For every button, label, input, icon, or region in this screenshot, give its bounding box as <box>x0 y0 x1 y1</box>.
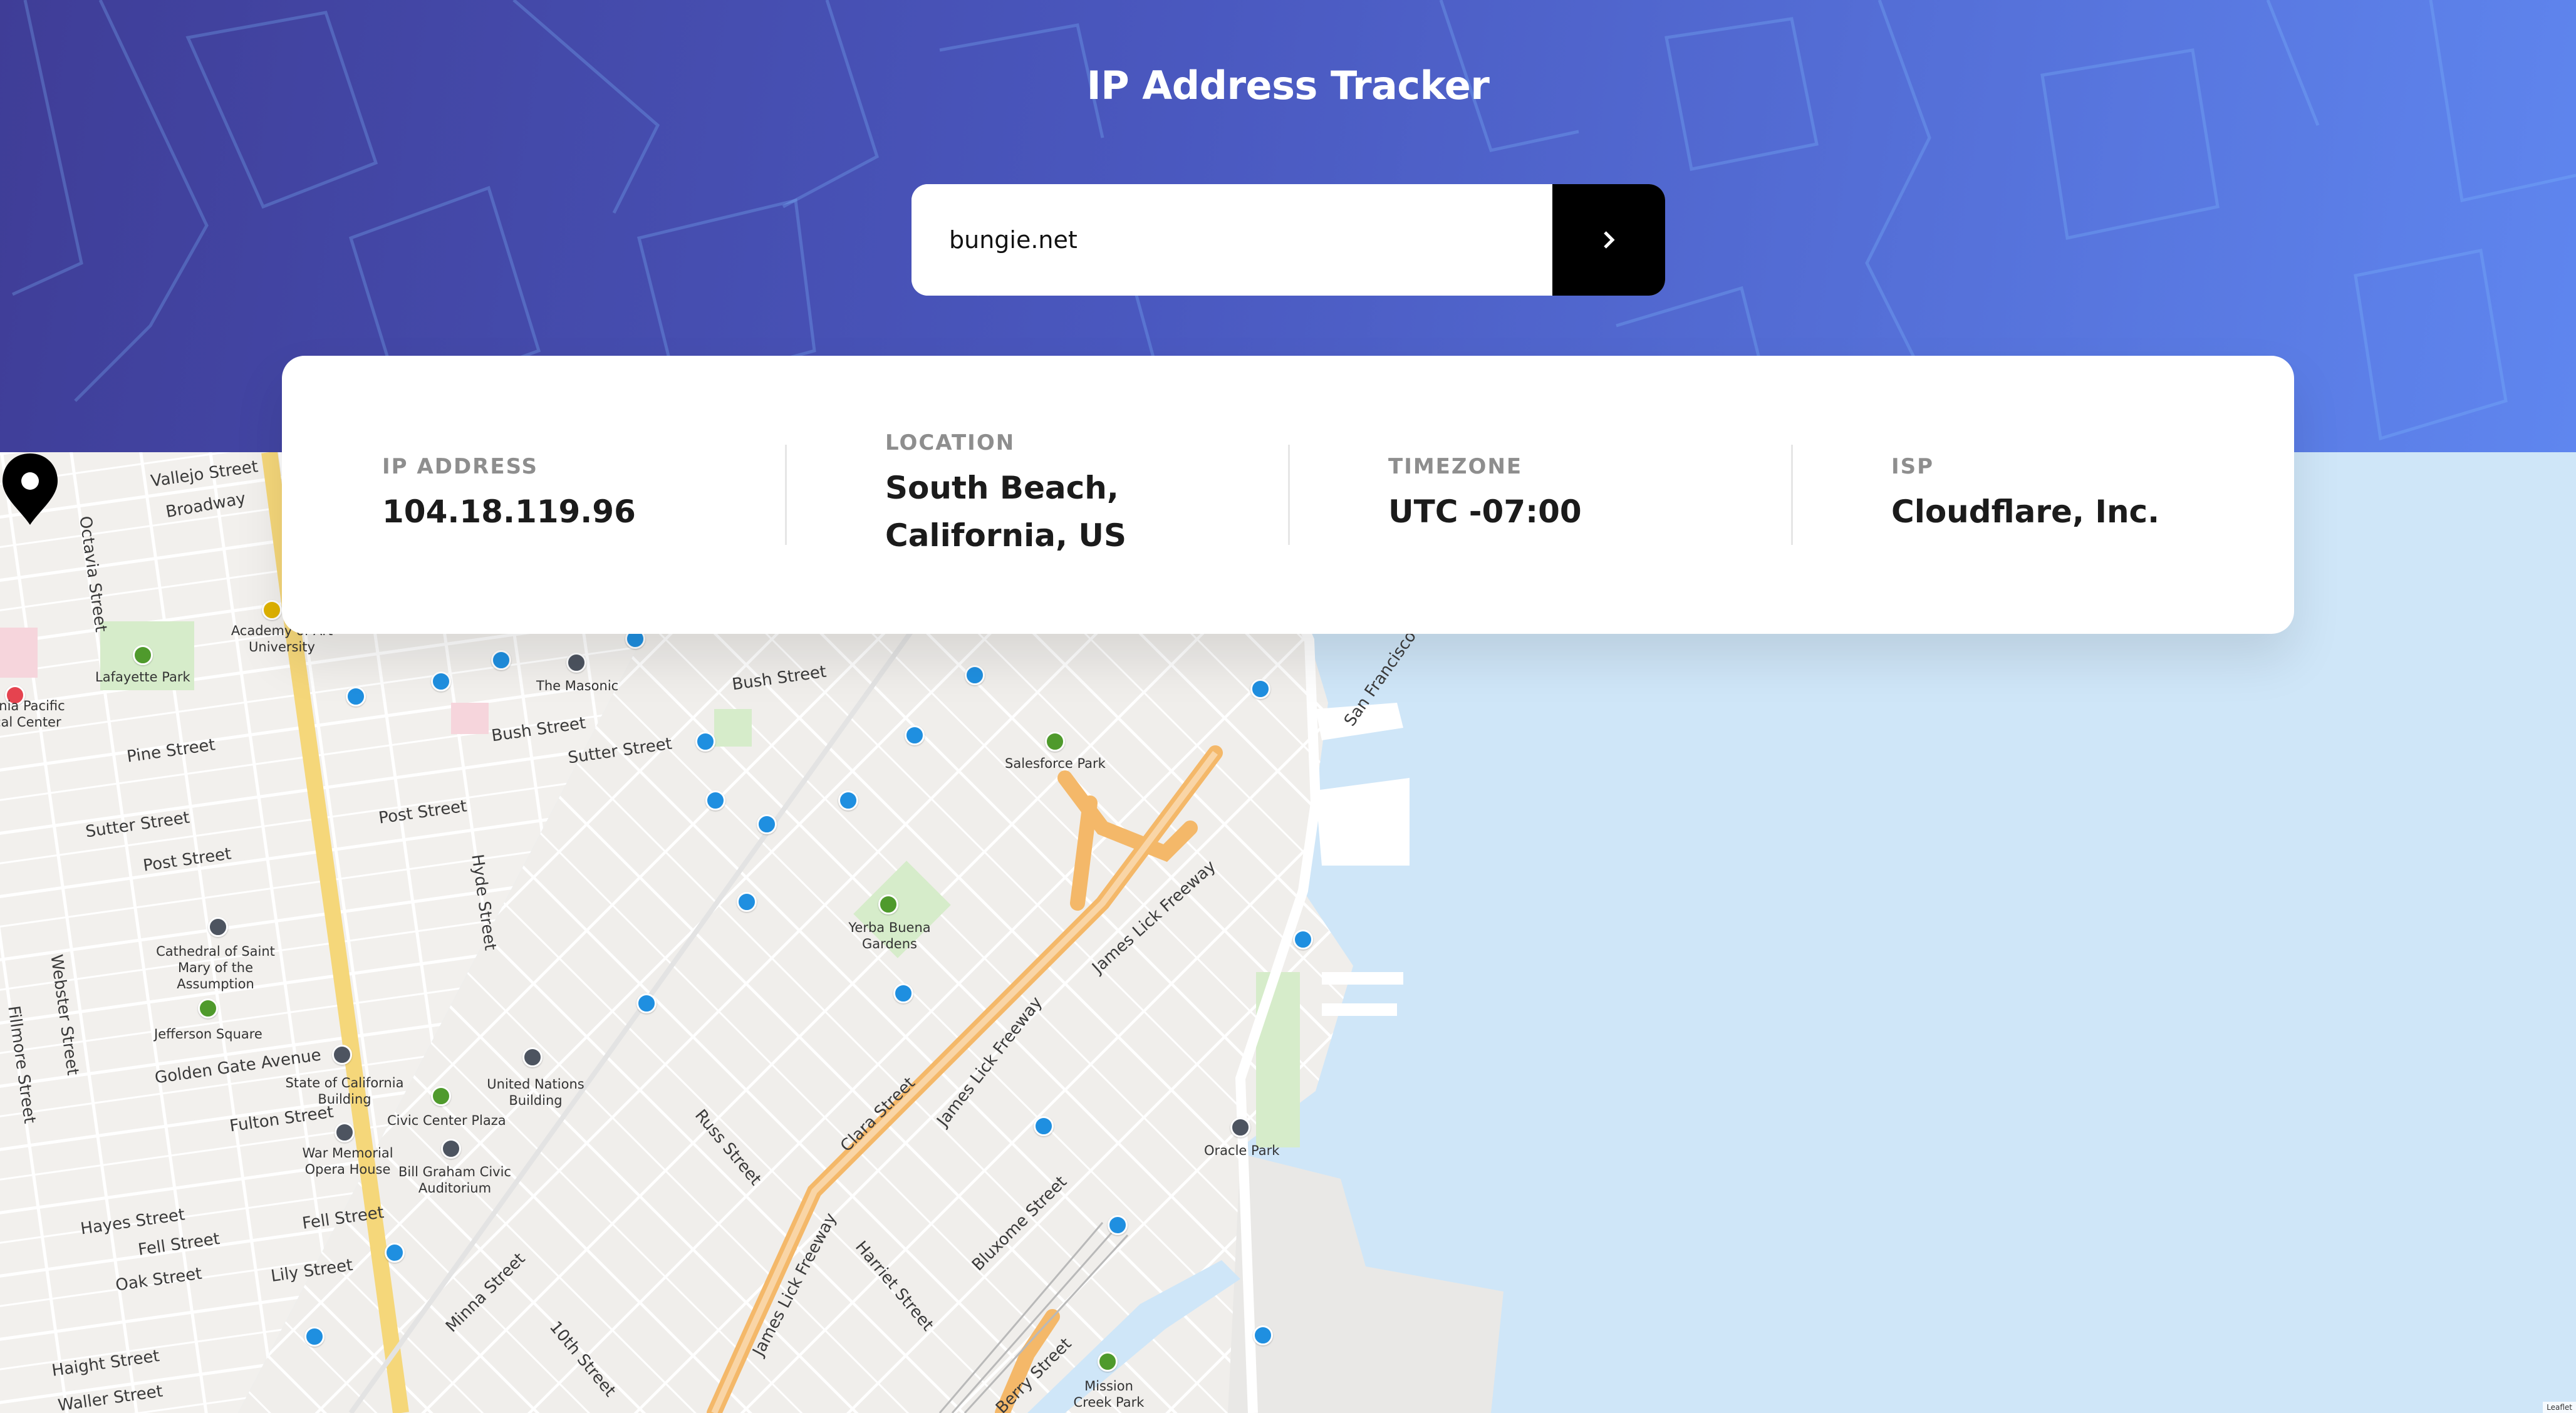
stadium-icon[interactable] <box>1230 1117 1250 1137</box>
place-label: Salesforce Park <box>1005 756 1106 771</box>
ip-address-label: IP ADDRESS <box>382 454 539 479</box>
transit-icon[interactable] <box>304 1327 325 1347</box>
place-label: United Nations Building <box>487 1077 584 1108</box>
search-bar <box>911 184 1665 296</box>
place-label: Lafayette Park <box>95 670 190 685</box>
park-icon[interactable] <box>1098 1352 1118 1372</box>
building-icon[interactable] <box>441 1139 461 1159</box>
transit-icon[interactable] <box>705 790 725 810</box>
place-label: State of California Building <box>285 1075 404 1107</box>
park-icon[interactable] <box>133 645 153 665</box>
place-label: Civic Center Plaza <box>387 1113 506 1128</box>
isp-label: ISP <box>1891 454 1935 479</box>
chevron-right-icon <box>1604 231 1615 249</box>
place-label: Mission Creek Park <box>1073 1379 1145 1410</box>
location-section: LOCATION South Beach, California, US <box>785 430 1288 554</box>
transit-icon[interactable] <box>893 983 913 1003</box>
ip-address-section: IP ADDRESS 104.18.119.96 <box>282 445 785 545</box>
location-marker-icon[interactable] <box>0 452 60 526</box>
theater-icon[interactable] <box>335 1122 355 1142</box>
place-label: rnia Pacific cal Center <box>0 698 65 730</box>
transit-icon[interactable] <box>905 725 925 745</box>
page-title: IP Address Tracker <box>1086 63 1490 108</box>
transit-icon[interactable] <box>491 650 511 670</box>
church-icon[interactable] <box>208 917 228 937</box>
place-label: The Masonic <box>536 678 619 693</box>
building-icon[interactable] <box>522 1047 543 1067</box>
transit-icon[interactable] <box>385 1243 405 1263</box>
isp-value: Cloudflare, Inc. <box>1891 494 2160 530</box>
theater-icon[interactable] <box>566 653 586 673</box>
timezone-value: UTC -07:00 <box>1388 494 1582 530</box>
place-label: Oracle Park <box>1204 1143 1280 1158</box>
transit-icon[interactable] <box>431 671 451 691</box>
place-label: Cathedral of Saint Mary of the Assumptio… <box>156 944 275 991</box>
park-icon[interactable] <box>431 1086 451 1106</box>
transit-icon[interactable] <box>346 686 366 706</box>
university-icon[interactable] <box>262 600 282 620</box>
park-icon[interactable] <box>1045 732 1065 752</box>
location-label: LOCATION <box>885 430 1015 455</box>
place-label: Yerba Buena Gardens <box>848 920 931 951</box>
transit-icon[interactable] <box>695 732 715 752</box>
transit-icon[interactable] <box>757 814 777 834</box>
location-value-line2: California, US <box>885 517 1126 554</box>
transit-icon[interactable] <box>636 993 657 1013</box>
transit-icon[interactable] <box>1108 1215 1128 1235</box>
search-input[interactable] <box>911 184 1552 296</box>
transit-icon[interactable] <box>1250 679 1270 699</box>
isp-section: ISP Cloudflare, Inc. <box>1791 445 2294 545</box>
transit-icon[interactable] <box>838 790 858 810</box>
place-label: War Memorial Opera House <box>302 1146 393 1177</box>
location-value-line1: South Beach, <box>885 470 1119 506</box>
building-icon[interactable] <box>332 1045 352 1065</box>
transit-icon[interactable] <box>1253 1325 1273 1345</box>
place-label: Bill Graham Civic Auditorium <box>398 1164 511 1196</box>
timezone-label: TIMEZONE <box>1388 454 1523 479</box>
transit-icon[interactable] <box>1034 1116 1054 1136</box>
park-icon[interactable] <box>198 998 218 1018</box>
place-label: Jefferson Square <box>154 1027 262 1042</box>
transit-icon[interactable] <box>1293 929 1313 950</box>
transit-icon[interactable] <box>965 665 985 685</box>
search-submit-button[interactable] <box>1552 184 1665 296</box>
transit-icon[interactable] <box>737 892 757 912</box>
map-attribution[interactable]: Leaflet <box>2543 1402 2576 1413</box>
park-icon[interactable] <box>878 894 898 914</box>
ip-address-value: 104.18.119.96 <box>382 494 636 530</box>
info-card: IP ADDRESS 104.18.119.96 LOCATION South … <box>282 356 2294 634</box>
timezone-section: TIMEZONE UTC -07:00 <box>1288 445 1791 545</box>
